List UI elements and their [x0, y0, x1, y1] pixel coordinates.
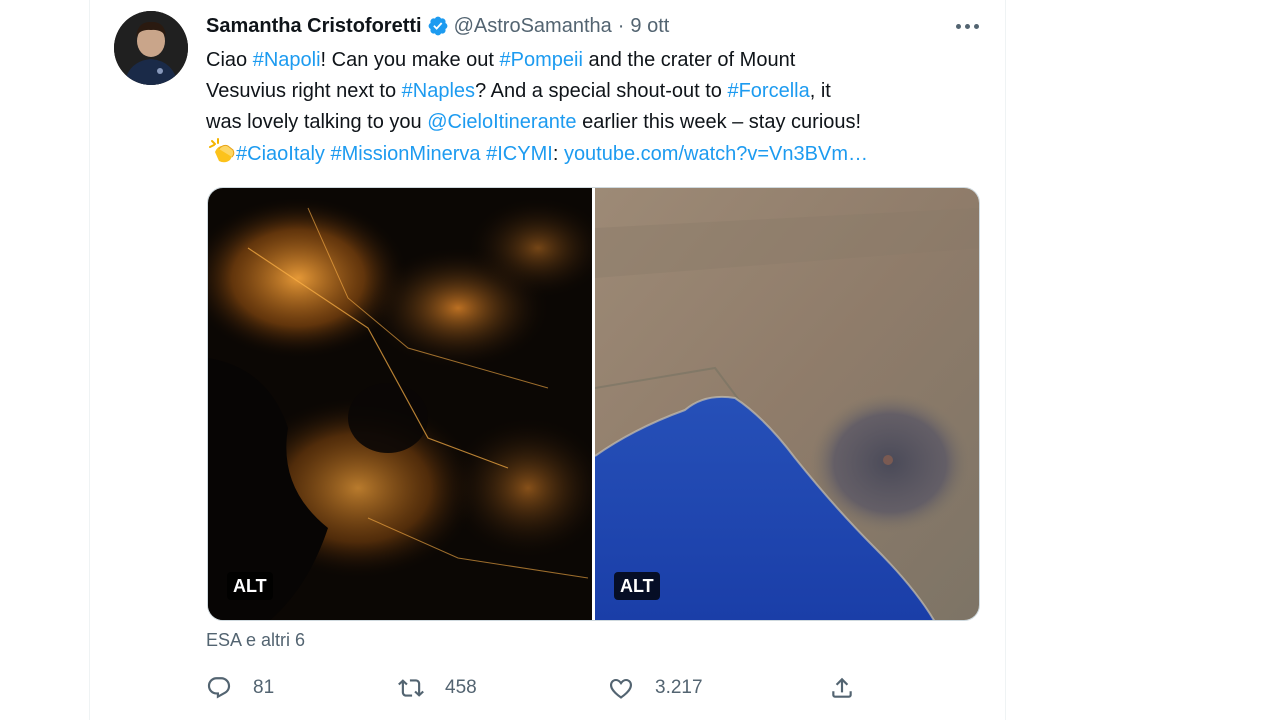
url-link[interactable]: youtube.com/watch?v=Vn3BVm… — [564, 143, 868, 165]
like-button[interactable]: 3.217 — [608, 672, 703, 704]
text-segment: ! Can you make out — [320, 49, 500, 71]
timeline-left-border — [89, 0, 90, 720]
more-dot-icon — [964, 23, 970, 29]
media-grid: ALT ALT — [207, 187, 980, 621]
reply-count: 81 — [253, 677, 275, 698]
hashtag-link[interactable]: #MissionMinerva — [331, 143, 481, 165]
reply-button[interactable]: 81 — [206, 672, 274, 704]
more-dot-icon — [973, 23, 979, 29]
tweet-date[interactable]: 9 ott — [630, 15, 669, 38]
alt-text-badge[interactable]: ALT — [227, 572, 273, 600]
tweet-header: Samantha Cristoforetti @AstroSamantha · … — [206, 12, 669, 40]
text-segment: , it — [809, 80, 831, 102]
text-segment: was lovely talking to you — [206, 111, 428, 133]
more-options-button[interactable] — [948, 12, 986, 40]
hashtag-link[interactable]: #Pompeii — [500, 49, 583, 71]
clapping-hands-emoji-icon — [206, 138, 236, 164]
hashtag-link[interactable]: #Forcella — [727, 80, 809, 102]
avatar[interactable] — [114, 11, 188, 85]
media-photo-night-city[interactable]: ALT — [208, 188, 592, 620]
hashtag-link[interactable]: #CiaoItaly — [236, 143, 325, 165]
text-segment: ? And a special shout-out to — [475, 80, 728, 102]
retweet-icon — [398, 675, 424, 701]
mention-link[interactable]: @CieloItinerante — [427, 111, 576, 133]
retweet-count: 458 — [445, 677, 477, 698]
text-segment: Ciao — [206, 49, 253, 71]
hashtag-link[interactable]: #Naples — [402, 80, 475, 102]
more-dot-icon — [955, 23, 961, 29]
like-count: 3.217 — [655, 677, 703, 698]
header-separator: · — [617, 14, 625, 37]
text-segment: and the crater of Mount — [582, 49, 796, 71]
tweet-text-line: was lovely talking to you @CieloItineran… — [206, 107, 986, 138]
tweet-text-line: #CiaoItaly #MissionMinerva #ICYMI: youtu… — [206, 138, 986, 169]
reply-icon — [206, 675, 232, 701]
day-bay-photo-icon — [595, 188, 979, 620]
retweet-button[interactable]: 458 — [398, 672, 477, 704]
tweet-text-line: Vesuvius right next to #Naples? And a sp… — [206, 76, 986, 107]
tweet-text-line: Ciao #Napoli! Can you make out #Pompeii … — [206, 45, 986, 76]
hashtag-link[interactable]: #Napoli — [253, 49, 321, 71]
share-button[interactable] — [829, 672, 855, 704]
text-segment: : — [552, 143, 564, 165]
author-handle[interactable]: @AstroSamantha — [454, 15, 612, 38]
share-icon — [829, 675, 855, 701]
alt-text-badge[interactable]: ALT — [614, 572, 660, 600]
timeline-right-border — [1005, 0, 1006, 720]
tweet-actions: 81 458 3.217 — [206, 672, 866, 704]
tweet-text: Ciao #Napoli! Can you make out #Pompeii … — [206, 45, 986, 169]
night-city-photo-icon — [208, 188, 592, 620]
heart-icon — [608, 675, 634, 701]
verified-badge-icon — [427, 15, 449, 37]
author-name[interactable]: Samantha Cristoforetti — [206, 15, 422, 38]
tagged-users[interactable]: ESA e altri 6 — [206, 630, 305, 651]
text-segment: earlier this week – stay curious! — [576, 111, 862, 133]
text-segment: Vesuvius right next to — [206, 80, 402, 102]
media-photo-day-bay[interactable]: ALT — [595, 188, 979, 620]
hashtag-link[interactable]: #ICYMI — [486, 143, 553, 165]
